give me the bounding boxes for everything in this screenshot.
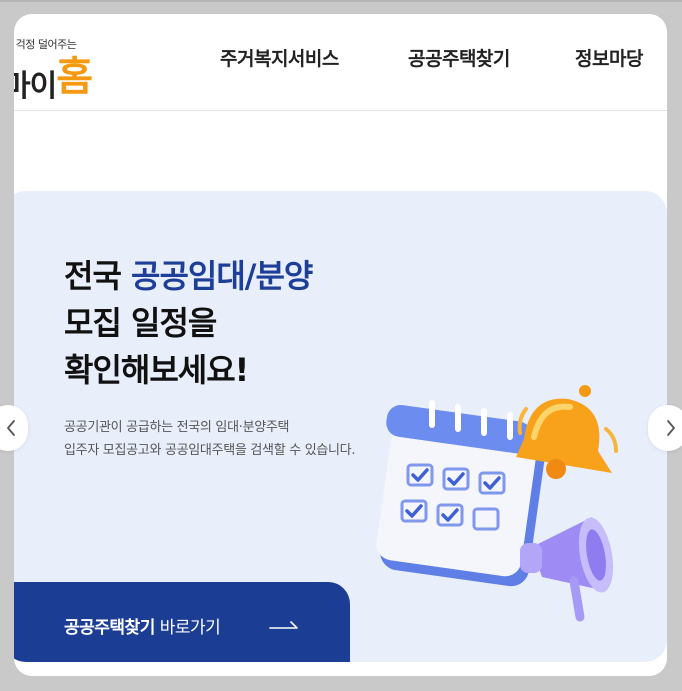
nav-public-housing[interactable]: 공공주택찾기 [408, 44, 510, 71]
arrow-right-icon [269, 621, 298, 629]
description-line-2: 입주자 모집공고와 공공임대주택을 검색할 수 있습니다. [64, 443, 356, 458]
megaphone-icon [520, 517, 614, 622]
headline-line-2: 모집 일정을 [64, 304, 217, 342]
chevron-left-icon [7, 420, 15, 436]
site-header: 집 걱정 덜어주는 마이홈 주거복지서비스 공공주택찾기 정보마당 [14, 14, 667, 111]
hero-description: 공공기관이 공급하는 전국의 임대·분양주택 입주자 모집공고와 공공임대주택을… [64, 416, 355, 462]
description-line-1: 공공기관이 공급하는 전국의 임대·분양주택 [64, 420, 290, 435]
cta-label-bold: 공공주택찾기 [64, 618, 155, 638]
cta-label-normal: 바로가기 [159, 618, 221, 638]
calendar-bell-megaphone-illustration [376, 385, 618, 622]
browser-top-edge [0, 0, 682, 2]
headline-line-1: 전국 공공임대/분양 [64, 253, 313, 300]
headline-line-3: 확인해보세요! [64, 351, 249, 389]
nav-info[interactable]: 정보마당 [575, 44, 643, 71]
find-public-housing-button[interactable]: 공공주택찾기 바로가기 [14, 582, 350, 662]
cta-label: 공공주택찾기 바로가기 [64, 613, 221, 638]
page-card: 집 걱정 덜어주는 마이홈 주거복지서비스 공공주택찾기 정보마당 전국 공공임… [14, 14, 667, 676]
headline-prefix: 전국 [64, 257, 132, 295]
hero-headline: 전국 공공임대/분양 모집 일정을 확인해보세요! [64, 253, 313, 394]
headline-highlight: 공공임대/분양 [131, 257, 313, 295]
nav-housing-welfare[interactable]: 주거복지서비스 [220, 44, 339, 71]
chevron-right-icon [667, 420, 675, 436]
hero-banner: 전국 공공임대/분양 모집 일정을 확인해보세요! 공공기관이 공급하는 전국의… [14, 191, 667, 662]
carousel-prev-button[interactable] [0, 405, 28, 451]
carousel-next-button[interactable] [648, 405, 682, 451]
logo-name-part: 마이 [14, 69, 57, 104]
main-nav: 주거복지서비스 공공주택찾기 정보마당 [14, 44, 667, 74]
